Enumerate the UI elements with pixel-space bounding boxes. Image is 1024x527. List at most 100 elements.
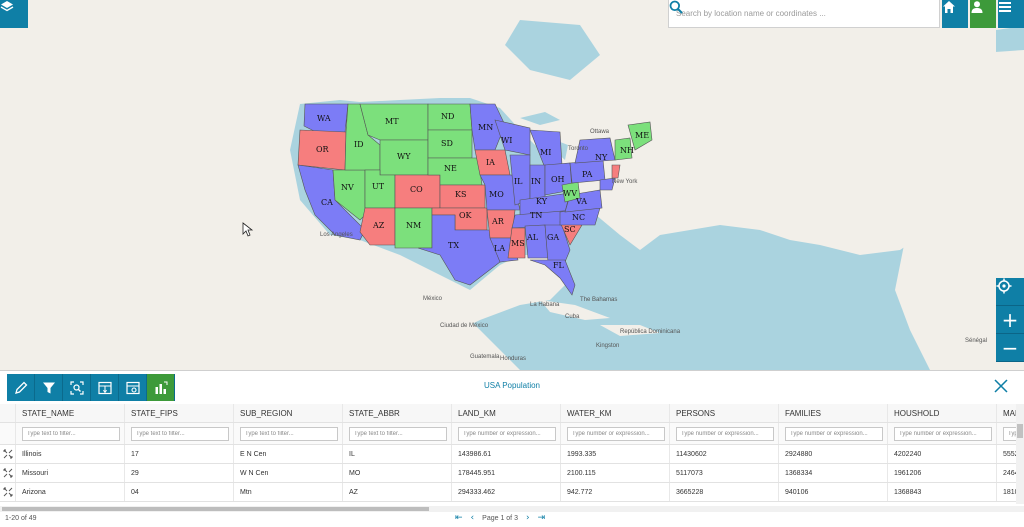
layers-icon <box>0 1 14 12</box>
advanced-filter-button[interactable] <box>35 374 63 401</box>
column-filter-input[interactable] <box>131 426 229 441</box>
map-canvas[interactable]: WA OR CA NV ID MT WY UT AZ CO NM ND SD N… <box>0 0 1024 370</box>
state-mt[interactable] <box>359 103 429 141</box>
column-filter-input[interactable] <box>458 426 556 441</box>
close-panel-button[interactable] <box>992 377 1010 395</box>
table-cell: Arizona <box>16 483 125 501</box>
attribute-table-panel: USA Population STATE_NAME STATE_FIPS SUB… <box>0 370 1024 527</box>
column-filter-input[interactable] <box>240 426 338 441</box>
table-toolbar <box>7 374 175 401</box>
table-row[interactable]: Arizona 04 Mtn AZ 294333.462 942.772 366… <box>0 483 1024 502</box>
search-button[interactable] <box>669 0 939 27</box>
column-header[interactable]: PERSONS <box>670 404 779 422</box>
home-button[interactable] <box>942 0 968 28</box>
hamburger-menu-icon <box>999 2 1011 12</box>
table-cell: 29 <box>125 464 234 482</box>
zoom-to-row-button[interactable] <box>0 445 16 463</box>
state-ut[interactable] <box>364 169 396 209</box>
column-filter-input[interactable] <box>676 426 774 441</box>
table-cell: AZ <box>343 483 452 501</box>
zoom-to-extent-icon <box>69 380 84 395</box>
attribute-grid[interactable]: STATE_NAME STATE_FIPS SUB_REGION STATE_A… <box>0 404 1024 508</box>
menu-button[interactable] <box>998 0 1024 28</box>
column-header[interactable]: STATE_ABBR <box>343 404 452 422</box>
zoom-out-button[interactable]: − <box>996 334 1024 362</box>
prev-page-button[interactable]: ‹ <box>471 513 475 523</box>
state-ia[interactable] <box>474 149 511 176</box>
zoom-to-feature-icon <box>3 487 12 497</box>
plus-icon: + <box>1001 307 1019 332</box>
next-page-button[interactable]: › <box>526 513 530 523</box>
zoom-to-row-button[interactable] <box>0 464 16 482</box>
place-label-toronto: Toronto <box>568 146 589 152</box>
header-spacer <box>0 404 16 422</box>
table-row[interactable]: Missouri 29 W N Cen MO 178445.951 2100.1… <box>0 464 1024 483</box>
column-header[interactable]: LAND_KM <box>452 404 561 422</box>
filter-spacer <box>0 423 16 444</box>
close-icon <box>994 379 1008 393</box>
edit-mode-button[interactable] <box>7 374 35 401</box>
table-settings-button[interactable] <box>119 374 147 401</box>
state-nh[interactable] <box>614 137 633 161</box>
column-header[interactable]: FAMILIES <box>779 404 888 422</box>
horizontal-scrollbar-thumb[interactable] <box>2 507 429 511</box>
column-filter-input[interactable] <box>22 426 120 441</box>
state-co[interactable] <box>394 174 441 209</box>
table-cell: 4202240 <box>888 445 997 463</box>
locate-button[interactable] <box>996 278 1024 306</box>
table-cell: IL <box>343 445 452 463</box>
column-filter-input[interactable] <box>567 426 665 441</box>
pagination: ⇤ ‹ Page 1 of 3 › ⇥ <box>455 513 545 523</box>
last-page-button[interactable]: ⇥ <box>538 513 546 523</box>
column-header[interactable]: WATER_KM <box>561 404 670 422</box>
state-nd[interactable] <box>427 103 473 131</box>
state-wa[interactable] <box>303 103 349 134</box>
place-label-kingston: Kingston <box>596 343 619 349</box>
column-header[interactable]: STATE_NAME <box>16 404 125 422</box>
layers-button[interactable] <box>0 0 28 28</box>
place-label-mexico: México <box>423 296 443 302</box>
user-button[interactable] <box>970 0 996 28</box>
vertical-scrollbar[interactable] <box>1016 404 1024 504</box>
table-cell: Missouri <box>16 464 125 482</box>
table-cell: E N Cen <box>234 445 343 463</box>
state-in[interactable] <box>529 164 546 201</box>
column-header[interactable]: STATE_FIPS <box>125 404 234 422</box>
export-data-button[interactable] <box>91 374 119 401</box>
pencil-icon <box>14 381 27 394</box>
state-ks[interactable] <box>439 184 486 209</box>
map-view[interactable]: WA OR CA NV ID MT WY UT AZ CO NM ND SD N… <box>0 0 1024 370</box>
state-az[interactable] <box>359 207 396 246</box>
vertical-scrollbar-thumb[interactable] <box>1017 424 1023 438</box>
zoom-to-features-button[interactable] <box>63 374 91 401</box>
charts-button[interactable] <box>147 374 175 401</box>
state-or[interactable] <box>297 129 347 171</box>
state-mi[interactable] <box>529 129 563 169</box>
table-cell: 17 <box>125 445 234 463</box>
state-al[interactable] <box>524 224 549 259</box>
page-indicator: Page 1 of 3 <box>482 514 518 522</box>
zoom-to-row-button[interactable] <box>0 483 16 501</box>
search-input[interactable] <box>669 0 913 27</box>
zoom-in-button[interactable]: + <box>996 306 1024 334</box>
column-filter-input[interactable] <box>349 426 447 441</box>
table-cell: 143986.61 <box>452 445 561 463</box>
table-cell: 2100.115 <box>561 464 670 482</box>
state-sd[interactable] <box>427 129 473 159</box>
table-cell: W N Cen <box>234 464 343 482</box>
column-filter-input[interactable] <box>785 426 883 441</box>
state-pa[interactable] <box>569 159 606 184</box>
table-row[interactable]: Illinois 17 E N Cen IL 143986.61 1993.33… <box>0 445 1024 464</box>
state-wv[interactable] <box>561 181 581 203</box>
table-cell: 04 <box>125 483 234 501</box>
column-header[interactable]: SUB_REGION <box>234 404 343 422</box>
place-label-la-habana: La Habana <box>530 302 560 308</box>
state-wy[interactable] <box>379 139 429 176</box>
state-ar[interactable] <box>486 209 516 239</box>
place-label-new-york: New York <box>612 179 638 185</box>
crosshair-icon <box>996 278 1012 294</box>
first-page-button[interactable]: ⇤ <box>455 513 463 523</box>
state-nm[interactable] <box>394 207 433 249</box>
column-filter-input[interactable] <box>894 426 992 441</box>
column-header[interactable]: HOUSHOLD <box>888 404 997 422</box>
